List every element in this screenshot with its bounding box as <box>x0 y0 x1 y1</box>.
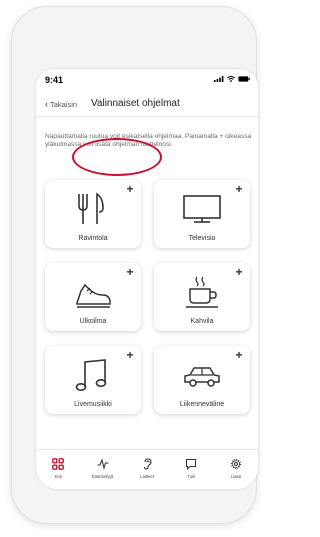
add-program-button[interactable]: + <box>123 265 137 279</box>
page-header: ‹ Takaisin Valinnaiset ohjelmat <box>36 95 258 115</box>
back-label: Takaisin <box>50 100 78 109</box>
add-program-button[interactable]: + <box>232 182 246 196</box>
coffee-cup-icon <box>186 276 218 308</box>
app-screen: 9:41 ‹ Takaisin Valinnaiset ohjelmat Nap… <box>36 69 258 489</box>
program-tile-liikennevaline[interactable]: + Liikenneväline <box>154 346 250 414</box>
gear-icon <box>230 458 241 470</box>
bottom-navigation: Koti Elämäntyyli Laitteet Tuki Lisää <box>36 449 258 489</box>
tile-label: Televisio <box>188 235 216 242</box>
nav-item-elamantyyli[interactable]: Elämäntyyli <box>80 450 124 489</box>
tile-label: Kahvila <box>190 318 214 325</box>
nav-label: Koti <box>54 474 62 479</box>
program-tile-ravintola[interactable]: + Ravintola <box>45 180 141 248</box>
nav-item-lisaa[interactable]: Lisää <box>214 450 258 489</box>
nav-label: Lisää <box>230 474 241 479</box>
tile-label: Ravintola <box>78 235 108 242</box>
header-divider <box>36 116 258 117</box>
back-button[interactable]: ‹ Takaisin <box>45 99 78 110</box>
add-program-button[interactable]: + <box>123 348 137 362</box>
add-program-button[interactable]: + <box>232 348 246 362</box>
chat-icon <box>186 458 197 470</box>
status-time: 9:41 <box>45 75 64 85</box>
music-note-icon <box>75 359 107 391</box>
television-icon <box>183 195 221 223</box>
home-grid-icon <box>52 458 65 470</box>
chevron-left-icon: ‹ <box>45 99 48 109</box>
program-tile-ulkoilma[interactable]: + Ulkoilma <box>45 263 141 331</box>
phone-frame: 9:41 ‹ Takaisin Valinnaiset ohjelmat Nap… <box>11 6 258 524</box>
signal-icon <box>214 76 224 82</box>
activity-icon <box>97 458 109 470</box>
nav-label: Tuki <box>187 474 196 479</box>
add-program-button[interactable]: + <box>232 265 246 279</box>
program-tile-televisio[interactable]: + Televisio <box>154 180 250 248</box>
status-bar: 9:41 <box>36 69 258 91</box>
battery-icon <box>238 76 250 82</box>
tile-label: Liikenneväline <box>179 401 225 408</box>
car-icon <box>184 367 220 387</box>
program-tile-livemusiikki[interactable]: + Livemusiikki <box>45 346 141 414</box>
nav-item-tuki[interactable]: Tuki <box>169 450 213 489</box>
nav-label: Laitteet <box>140 474 154 479</box>
wifi-icon <box>227 76 235 82</box>
shoe-icon <box>76 283 111 308</box>
instructions-text: Napauttamalla ruutua voit esikatsella oh… <box>45 133 252 149</box>
hearing-aid-icon <box>143 458 152 470</box>
nav-item-koti[interactable]: Koti <box>36 450 80 489</box>
add-program-button[interactable]: + <box>123 182 137 196</box>
nav-item-laitteet[interactable]: Laitteet <box>125 450 169 489</box>
fork-knife-icon <box>78 192 104 224</box>
program-tile-kahvila[interactable]: + Kahvila <box>154 263 250 331</box>
tile-label: Ulkoilma <box>79 318 107 325</box>
tile-label: Livemusiikki <box>74 401 112 408</box>
page-title: Valinnaiset ohjelmat <box>91 98 180 109</box>
status-icons <box>214 76 250 82</box>
nav-label: Elämäntyyli <box>91 474 114 479</box>
